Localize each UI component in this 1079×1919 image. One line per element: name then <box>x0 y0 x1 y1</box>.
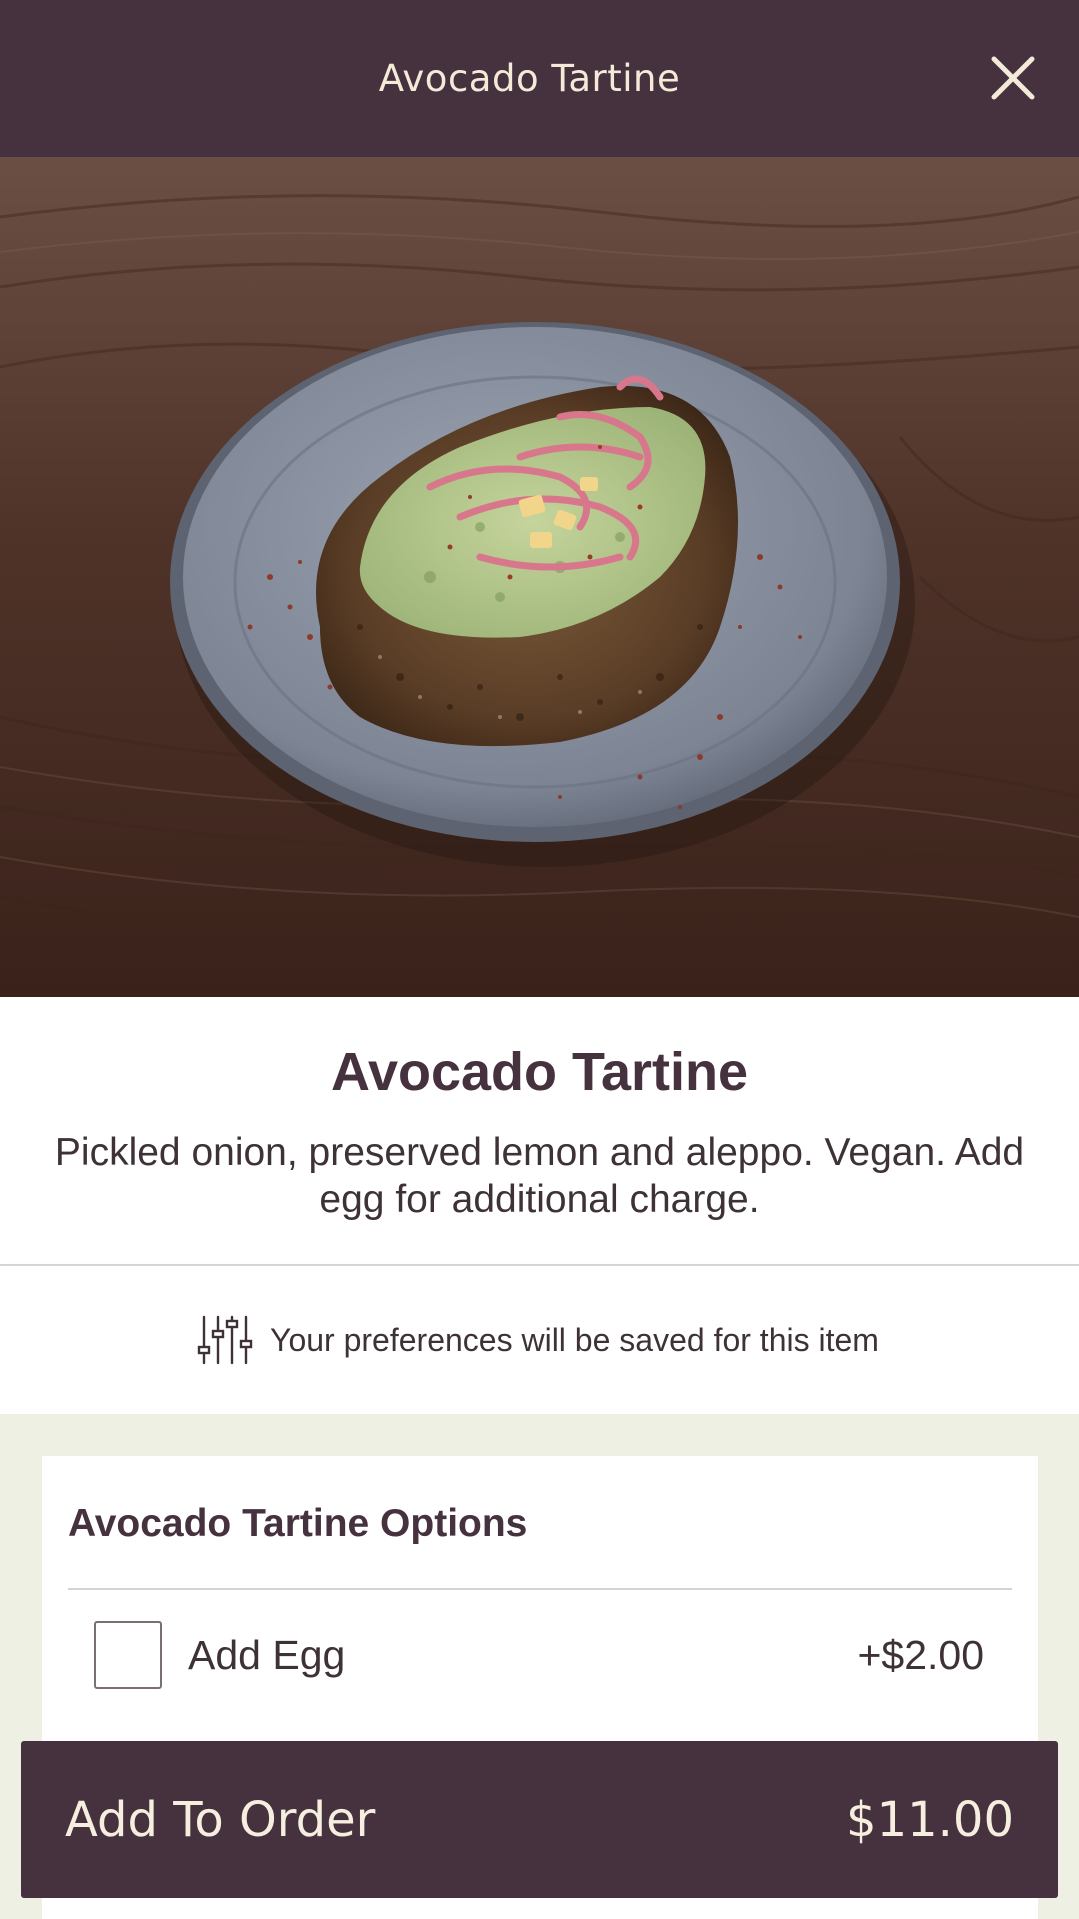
close-icon <box>991 56 1035 100</box>
sliders-icon <box>197 1315 253 1365</box>
order-total: $11.00 <box>846 1791 1014 1848</box>
item-photo <box>0 157 1079 997</box>
add-egg-checkbox[interactable] <box>94 1621 162 1689</box>
item-detail-page: Avocado Tartine Avocado Tartine Pickled … <box>0 0 1079 1919</box>
header-bar: Avocado Tartine <box>0 0 1079 157</box>
close-button[interactable] <box>985 50 1041 106</box>
preferences-notice: Your preferences will be saved for this … <box>0 1266 1079 1414</box>
options-divider <box>68 1588 1012 1590</box>
option-price: +$2.00 <box>857 1631 984 1678</box>
preferences-text: Your preferences will be saved for this … <box>270 1321 879 1358</box>
add-to-order-button[interactable]: Add To Order $11.00 <box>21 1741 1058 1898</box>
add-to-order-label: Add To Order <box>65 1791 376 1848</box>
options-title: Avocado Tartine Options <box>68 1502 528 1545</box>
header-title: Avocado Tartine <box>378 57 681 100</box>
item-description: Pickled onion, preserved lemon and alepp… <box>54 1131 1025 1221</box>
item-title: Avocado Tartine <box>330 1042 749 1102</box>
option-add-egg[interactable]: Add Egg +$2.00 <box>68 1606 1012 1704</box>
option-label: Add Egg <box>188 1631 346 1678</box>
item-info: Avocado Tartine Pickled onion, preserved… <box>0 997 1079 1265</box>
